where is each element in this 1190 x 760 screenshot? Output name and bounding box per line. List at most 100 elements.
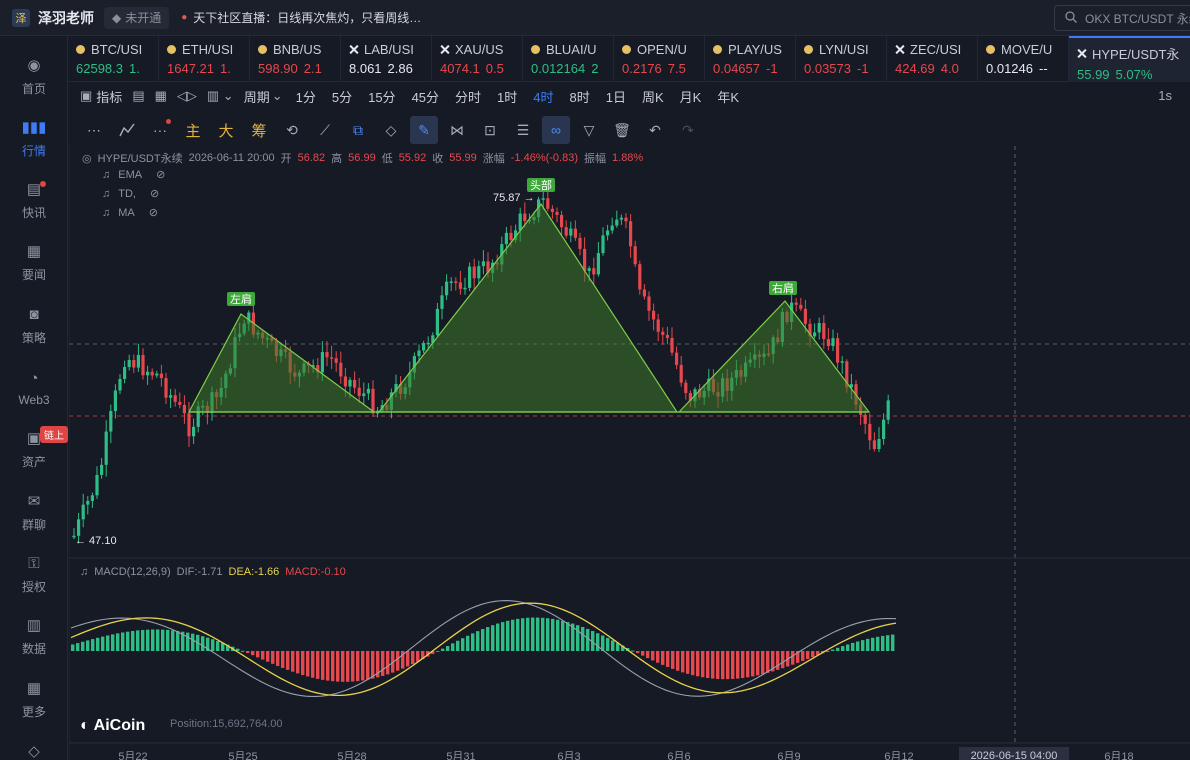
- macd-histogram-bar: [486, 627, 490, 651]
- candle-body: [868, 423, 872, 441]
- sync-icon[interactable]: ⟲: [278, 116, 306, 144]
- ticker-tab[interactable]: ZEC/USI 424.69 4.0: [887, 36, 978, 82]
- ticker-change: -1: [766, 61, 778, 76]
- macd-histogram-bar: [696, 651, 700, 677]
- sidebar-item-0[interactable]: ◉ 首页: [0, 48, 68, 104]
- period-option[interactable]: 年K: [714, 85, 742, 108]
- period-option[interactable]: 45分: [409, 85, 442, 108]
- subscription-status-chip[interactable]: ◆ 未开通: [104, 6, 170, 29]
- macd-histogram-bar: [251, 651, 255, 656]
- macd-histogram-bar: [751, 651, 755, 677]
- macd-histogram-bar: [881, 635, 885, 651]
- sidebar-item-10[interactable]: ▦ 更多: [0, 671, 68, 727]
- live-broadcast-strip[interactable]: ● 天下社区直播：日线再次焦灼，只看周线…: [181, 9, 421, 26]
- ticker-change: -1: [857, 61, 869, 76]
- lock-icon[interactable]: ⊡: [476, 116, 504, 144]
- indicator-button[interactable]: 指标: [96, 87, 122, 106]
- sidebar-item-4[interactable]: ◙ 策略: [0, 297, 68, 353]
- macd-histogram-bar: [566, 622, 570, 651]
- ruler-icon[interactable]: ⋯: [80, 116, 108, 144]
- aicoin-logo: ◐ AiCoin: [80, 717, 145, 735]
- ticker-tab[interactable]: ETH/USI 1647.21 1.: [159, 36, 250, 82]
- trend-line-icon[interactable]: ⟋: [311, 116, 339, 144]
- ticker-tab[interactable]: LYN/USI 0.03573 -1: [796, 36, 887, 82]
- period-option[interactable]: 5分: [329, 85, 355, 108]
- period-option[interactable]: 8时: [567, 85, 593, 108]
- delete-icon[interactable]: 🗑: [608, 116, 636, 144]
- period-option[interactable]: 分时: [452, 85, 484, 108]
- bell-icon[interactable]: ♫: [80, 566, 88, 578]
- template-icon[interactable]: ▤: [132, 88, 144, 104]
- candle-body: [95, 474, 99, 496]
- period-toolbar: ▣ 指标 ▤ ▦ ◁▷ ▥ ⌄ 周期 ⌄ 1分 5分 15分 45分 分时 1时 4时 8时 1…: [80, 84, 752, 108]
- ticker-tab[interactable]: BTC/USI 62598.3 1.: [68, 36, 159, 82]
- candle-body: [596, 253, 600, 275]
- more-tools-icon[interactable]: ···: [146, 116, 174, 144]
- sidebar-item-9[interactable]: ▥ 数据: [0, 609, 68, 665]
- candle-body: [339, 362, 343, 377]
- layout-icon[interactable]: ▦: [155, 88, 167, 104]
- replay-icon[interactable]: ◁▷: [177, 88, 197, 104]
- ticker-tab[interactable]: BLUAI/U 0.012164 2: [523, 36, 614, 82]
- macd-histogram-bar: [611, 640, 615, 651]
- ticker-symbol: BNB/US: [273, 42, 322, 57]
- link-icon[interactable]: ∞: [542, 116, 570, 144]
- copy-icon[interactable]: ⧉: [344, 116, 372, 144]
- undo-icon[interactable]: ↶: [641, 116, 669, 144]
- sidebar-item-3[interactable]: ▦ 要闻: [0, 235, 68, 291]
- edit-list-icon[interactable]: ☰: [509, 116, 537, 144]
- sidebar-item-label: 资产: [21, 455, 46, 470]
- indicator-icon[interactable]: ▣: [80, 88, 92, 104]
- sidebar-item-1[interactable]: ▮▮▮ 行情: [0, 110, 68, 166]
- ticker-tab[interactable]: LAB/USI 8.061 2.86: [341, 36, 432, 82]
- pen-icon[interactable]: ✎: [410, 116, 438, 144]
- redo-icon[interactable]: ↷: [674, 116, 702, 144]
- macd-histogram-bar: [361, 651, 365, 681]
- period-option[interactable]: 1分: [293, 85, 319, 108]
- period-option[interactable]: 15分: [365, 85, 398, 108]
- filter-icon[interactable]: ▽: [575, 116, 603, 144]
- chart-type-icon[interactable]: [113, 116, 141, 144]
- chip-distribution-button[interactable]: 筹: [245, 116, 273, 144]
- magnet-icon[interactable]: ⋈: [443, 116, 471, 144]
- sidebar-item-5[interactable]: ◔ Web3: [0, 360, 68, 416]
- candle-type-icon[interactable]: ▥ ⌄: [207, 88, 234, 104]
- ticker-tab[interactable]: PLAY/US 0.04657 -1: [705, 36, 796, 82]
- sidebar-item-8[interactable]: ⚿ 授权: [0, 546, 68, 602]
- macd-histogram-bar: [291, 651, 295, 672]
- ticker-tab[interactable]: XAU/US 4074.1 0.5: [432, 36, 523, 82]
- sidebar-item-2[interactable]: ▤ 快讯: [0, 173, 68, 229]
- sidebar-item-11[interactable]: ◇VIP: [0, 733, 68, 760]
- ticker-change: 2.86: [387, 61, 413, 76]
- period-dropdown[interactable]: 周期: [244, 87, 270, 106]
- macd-histogram-bar: [871, 637, 875, 651]
- macd-histogram-bar: [326, 651, 330, 681]
- ticker-tab[interactable]: BNB/US 598.90 2.1: [250, 36, 341, 82]
- macd-histogram-bar: [756, 651, 760, 676]
- search-input[interactable]: OKX BTC/USDT 永续: [1054, 5, 1190, 31]
- measure-icon[interactable]: ◇: [377, 116, 405, 144]
- sidebar-item-7[interactable]: ✉ 群聊: [0, 484, 68, 540]
- price-chart[interactable]: 左肩 头部右肩 75.87 → ← 47.10 5月22 5月25 5月28 5月31 6月3 6…: [69, 146, 1190, 760]
- chevron-down-icon[interactable]: ⌄: [272, 88, 283, 104]
- macd-histogram-bar: [596, 633, 600, 651]
- avatar[interactable]: 泽: [12, 8, 30, 27]
- big-order-button[interactable]: 大: [212, 116, 240, 144]
- ticker-tab[interactable]: MOVE/U 0.01246 --: [978, 36, 1069, 82]
- macd-histogram-bar: [216, 640, 220, 651]
- macd-histogram-bar: [861, 640, 865, 651]
- period-option[interactable]: 月K: [677, 85, 705, 108]
- sidebar-item-6[interactable]: ▣ 资产 链上: [0, 422, 68, 478]
- refresh-speed-label[interactable]: 1s: [1158, 88, 1172, 103]
- period-option[interactable]: 周K: [639, 85, 667, 108]
- period-option[interactable]: 4时: [530, 85, 556, 108]
- macd-dea: DEA:-1.66: [228, 566, 280, 578]
- user-name[interactable]: 泽羽老师: [38, 8, 94, 28]
- period-option[interactable]: 1日: [603, 85, 629, 108]
- ticker-tab[interactable]: OPEN/U 0.2176 7.5: [614, 36, 705, 82]
- main-force-button[interactable]: 主: [179, 116, 207, 144]
- ticker-tab[interactable]: HYPE/USDT永 55.99 5.07%: [1069, 36, 1190, 82]
- ticker-symbol: MOVE/U: [1001, 42, 1053, 57]
- ticker-price: 598.90: [258, 61, 298, 76]
- period-option[interactable]: 1时: [494, 85, 520, 108]
